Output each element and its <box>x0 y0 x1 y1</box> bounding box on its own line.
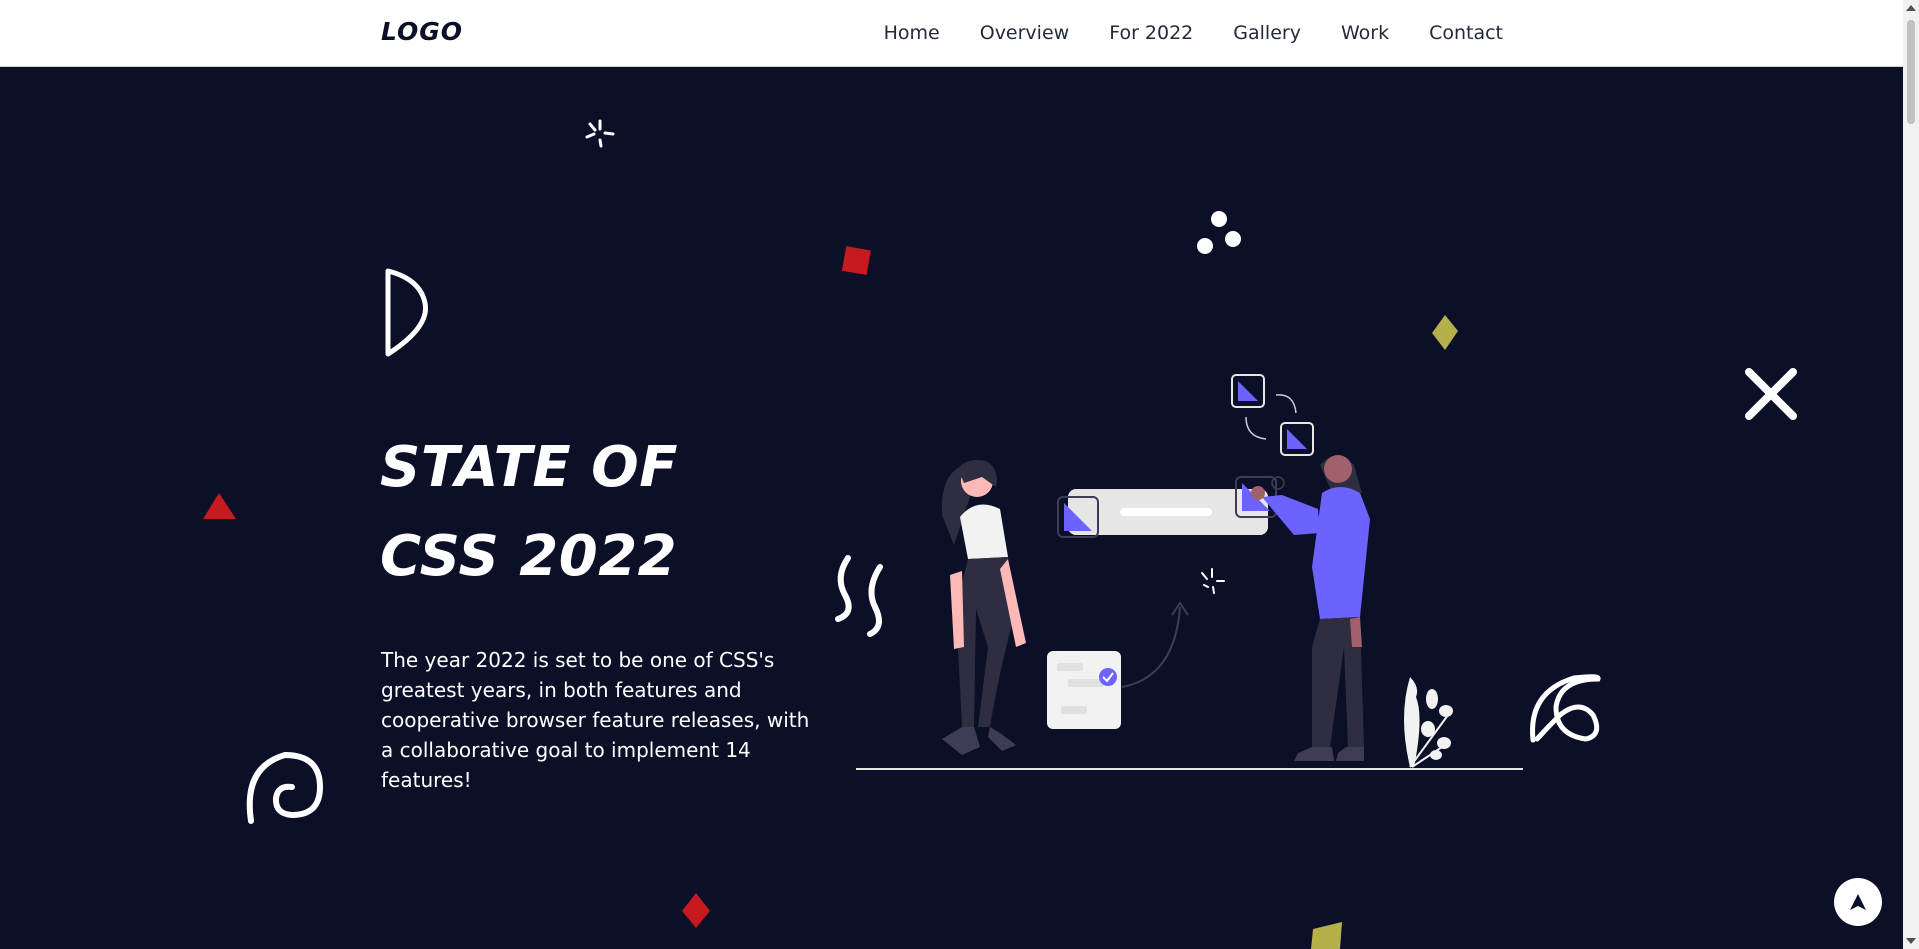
arrow-up-icon <box>1850 894 1866 910</box>
person-left-illustration <box>941 460 1026 755</box>
scrollbar-thumb[interactable] <box>1907 20 1915 124</box>
plant-illustration <box>1404 677 1453 768</box>
nav-link-contact[interactable]: Contact <box>1429 22 1503 44</box>
red-square-shape <box>841 246 871 276</box>
olive-triangle-shape <box>1311 922 1342 949</box>
scroll-down-arrow[interactable] <box>1906 938 1916 944</box>
dot-shape <box>1225 231 1241 247</box>
red-triangle-shape <box>203 493 236 519</box>
person-right-illustration <box>1251 455 1370 761</box>
top-navbar: LOGO Home Overview For 2022 Gallery Work… <box>0 0 1903 67</box>
close-x-icon <box>1745 368 1797 420</box>
title-line-2: CSS 2022 <box>380 524 678 589</box>
back-to-top-button[interactable] <box>1834 878 1882 926</box>
nav-link-work[interactable]: Work <box>1341 22 1389 44</box>
page-title: STATE OF CSS 2022 <box>380 423 678 601</box>
logo[interactable]: LOGO <box>381 17 463 46</box>
squiggle-shape <box>835 555 852 622</box>
title-line-1: STATE OF <box>380 435 678 500</box>
olive-diamond-shape <box>1432 315 1458 350</box>
spiral-shape <box>246 751 324 824</box>
dot-shape <box>1197 238 1213 254</box>
nav-link-gallery[interactable]: Gallery <box>1233 22 1301 44</box>
nav-links: Home Overview For 2022 Gallery Work Cont… <box>884 22 1503 44</box>
nav-link-overview[interactable]: Overview <box>980 22 1069 44</box>
hero-description: The year 2022 is set to be one of CSS's … <box>381 648 810 792</box>
nav-link-home[interactable]: Home <box>884 22 940 44</box>
hero-section: STATE OF CSS 2022 The year 2022 is set t… <box>0 67 1903 949</box>
dot-shape <box>1211 211 1227 227</box>
collaboration-illustration <box>856 374 1523 770</box>
half-circle-shape <box>385 268 429 357</box>
floating-card-icon <box>1231 374 1265 408</box>
scroll-up-arrow[interactable] <box>1906 5 1916 11</box>
floating-card-icon <box>1280 422 1314 456</box>
nav-link-for-2022[interactable]: For 2022 <box>1109 22 1193 44</box>
loop-shape <box>1530 674 1601 743</box>
scrollbar[interactable] <box>1903 0 1919 949</box>
red-diamond-shape <box>682 893 710 928</box>
sparkle-shape <box>585 119 615 148</box>
